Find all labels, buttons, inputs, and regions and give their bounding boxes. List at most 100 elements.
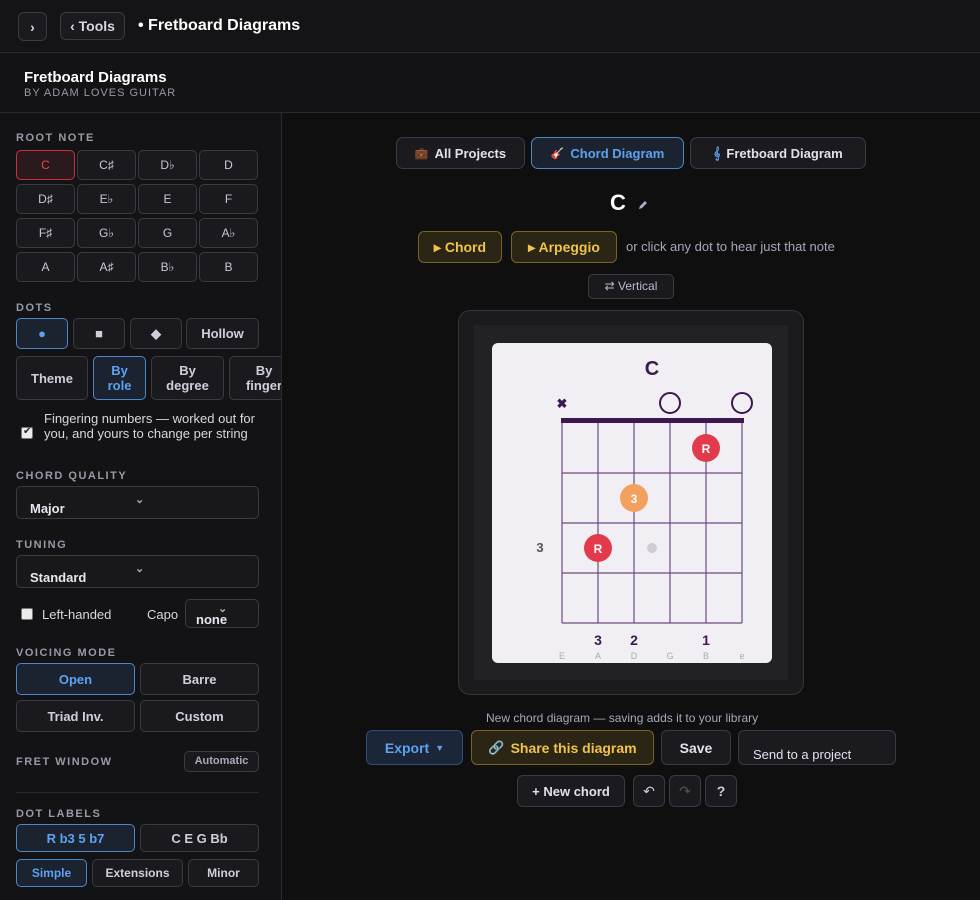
root-note-15[interactable]: B xyxy=(199,252,258,282)
color-mode-by-role[interactable]: By role xyxy=(93,356,146,400)
dots-heading: DOTS xyxy=(16,302,53,314)
main-area: 💼 All Projects 🎸 Chord Diagram 𝄞 Fretboa… xyxy=(282,113,980,900)
caret-down-icon: ▼ xyxy=(435,742,445,753)
chord-quality-select[interactable]: Major ⌄ xyxy=(16,486,259,519)
export-button[interactable]: Export ▼ xyxy=(366,730,463,765)
new-chord-button[interactable]: + New chord xyxy=(517,775,625,807)
chord-diagram[interactable]: C ✖ 3 R 3 R 3 2 1 E A D G B e xyxy=(492,343,772,663)
play-arpeggio-button[interactable]: ▸ Arpeggio xyxy=(511,231,617,263)
pencil-icon[interactable] xyxy=(637,199,649,211)
breadcrumb: • Fretboard Diagrams xyxy=(138,17,301,34)
color-mode-by-degree[interactable]: By degree xyxy=(151,356,224,400)
root-note-6[interactable]: E xyxy=(138,184,197,214)
undo-button[interactable]: ↶ xyxy=(633,775,665,807)
note-dot[interactable]: 3 xyxy=(620,484,648,512)
color-mode-theme[interactable]: Theme xyxy=(16,356,88,400)
fret-position-label: 3 xyxy=(536,540,543,555)
tab-chord-diagram[interactable]: 🎸 Chord Diagram xyxy=(531,137,684,169)
tuning-value: Standard xyxy=(30,570,87,585)
status-text: New chord diagram — saving adds it to yo… xyxy=(486,711,759,725)
tools-button[interactable]: ‹ Tools xyxy=(60,12,125,40)
send-to-project-select[interactable]: Send to a project xyxy=(738,730,896,765)
fingering-checkbox[interactable] xyxy=(21,426,33,439)
open-string-marker xyxy=(731,392,753,414)
fingering-label: Fingering numbers — worked out for you, … xyxy=(44,411,255,441)
label-set-minor[interactable]: Minor xyxy=(188,859,259,887)
root-note-0[interactable]: C xyxy=(16,150,75,180)
voicing-open[interactable]: Open xyxy=(16,663,135,695)
color-mode-by-finger[interactable]: By finger xyxy=(229,356,281,400)
chevron-right-icon: › xyxy=(30,18,35,35)
tuning-select[interactable]: Standard ⌄ xyxy=(16,555,259,588)
left-handed-checkbox[interactable] xyxy=(21,608,33,620)
string-name: E xyxy=(559,651,565,661)
root-note-14[interactable]: B♭ xyxy=(138,252,197,282)
note-dot[interactable]: R xyxy=(692,434,720,462)
tab-all-projects[interactable]: 💼 All Projects xyxy=(396,137,525,169)
voicing-triad-inv[interactable]: Triad Inv. xyxy=(16,700,135,732)
root-note-11[interactable]: A♭ xyxy=(199,218,258,248)
dot-labels-heading: DOT LABELS xyxy=(16,808,102,820)
root-note-4[interactable]: D♯ xyxy=(16,184,75,214)
tab-label: Chord Diagram xyxy=(570,145,665,161)
tab-label: All Projects xyxy=(434,145,507,161)
left-handed-label: Left-handed xyxy=(42,607,112,622)
chevron-down-icon: ⌄ xyxy=(218,603,228,615)
redo-button[interactable]: ↷ xyxy=(669,775,701,807)
fret-window-heading: FRET WINDOW xyxy=(16,756,113,768)
svg-text:R: R xyxy=(594,542,603,556)
finger-number: 1 xyxy=(702,632,710,648)
sidebar-toggle-button[interactable]: › xyxy=(18,12,47,41)
app-title: Fretboard Diagrams xyxy=(24,69,167,86)
string-name: A xyxy=(595,651,601,661)
note-dot[interactable]: R xyxy=(584,534,612,562)
voicing-heading: VOICING MODE xyxy=(16,647,117,659)
capo-select[interactable]: none ⌄ xyxy=(185,599,259,628)
play-hint: or click any dot to hear just that note xyxy=(626,239,835,254)
root-note-2[interactable]: D♭ xyxy=(138,150,197,180)
nut xyxy=(561,418,744,423)
music-note-icon: 𝄞 xyxy=(713,145,721,160)
fret-window-select[interactable]: Automatic xyxy=(184,751,259,772)
ghost-dot[interactable] xyxy=(647,543,657,553)
help-icon: ? xyxy=(716,783,726,799)
label-mode-notes[interactable]: C E G Bb xyxy=(140,824,259,852)
voicing-custom[interactable]: Custom xyxy=(140,700,259,732)
string-name: B xyxy=(703,651,709,661)
dot-shape-circle[interactable]: ● xyxy=(16,318,68,349)
root-note-5[interactable]: E♭ xyxy=(77,184,136,214)
root-note-9[interactable]: G♭ xyxy=(77,218,136,248)
root-note-13[interactable]: A♯ xyxy=(77,252,136,282)
string-name: D xyxy=(631,651,638,661)
tab-fretboard-diagram[interactable]: 𝄞 Fretboard Diagram xyxy=(690,137,866,169)
briefcase-icon: 💼 xyxy=(414,147,429,160)
finger-number: 2 xyxy=(630,632,638,648)
top-bar: › ‹ Tools • Fretboard Diagrams xyxy=(0,0,980,53)
root-note-8[interactable]: F♯ xyxy=(16,218,75,248)
link-icon: 🔗 xyxy=(488,739,505,755)
label-mode-degrees[interactable]: R b3 5 b7 xyxy=(16,824,135,852)
help-button[interactable]: ? xyxy=(705,775,737,807)
root-note-3[interactable]: D xyxy=(199,150,258,180)
label-set-extensions[interactable]: Extensions xyxy=(92,859,183,887)
orientation-toggle[interactable]: ⇄ Vertical xyxy=(588,274,674,299)
voicing-barre[interactable]: Barre xyxy=(140,663,259,695)
play-chord-button[interactable]: ▸ Chord xyxy=(418,231,502,263)
root-note-10[interactable]: G xyxy=(138,218,197,248)
capo-label: Capo xyxy=(147,607,179,622)
root-note-1[interactable]: C♯ xyxy=(77,150,136,180)
dot-shape-diamond[interactable]: ◆ xyxy=(130,318,182,349)
app-header: Fretboard Diagrams BY ADAM LOVES GUITAR xyxy=(0,53,980,113)
save-button[interactable]: Save xyxy=(661,730,731,765)
root-note-12[interactable]: A xyxy=(16,252,75,282)
undo-icon: ↶ xyxy=(643,782,655,799)
diagram-frame: C ✖ 3 R 3 R 3 2 1 E A D G B e xyxy=(458,310,804,695)
divider xyxy=(16,792,259,793)
app-subtitle: BY ADAM LOVES GUITAR xyxy=(24,87,177,99)
dot-shape-square[interactable]: ■ xyxy=(73,318,125,349)
root-note-7[interactable]: F xyxy=(199,184,258,214)
muted-string-marker: ✖ xyxy=(557,396,568,411)
share-button[interactable]: 🔗 Share this diagram xyxy=(471,730,654,765)
label-set-simple[interactable]: Simple xyxy=(16,859,87,887)
dot-shape-hollow[interactable]: Hollow xyxy=(186,318,259,349)
